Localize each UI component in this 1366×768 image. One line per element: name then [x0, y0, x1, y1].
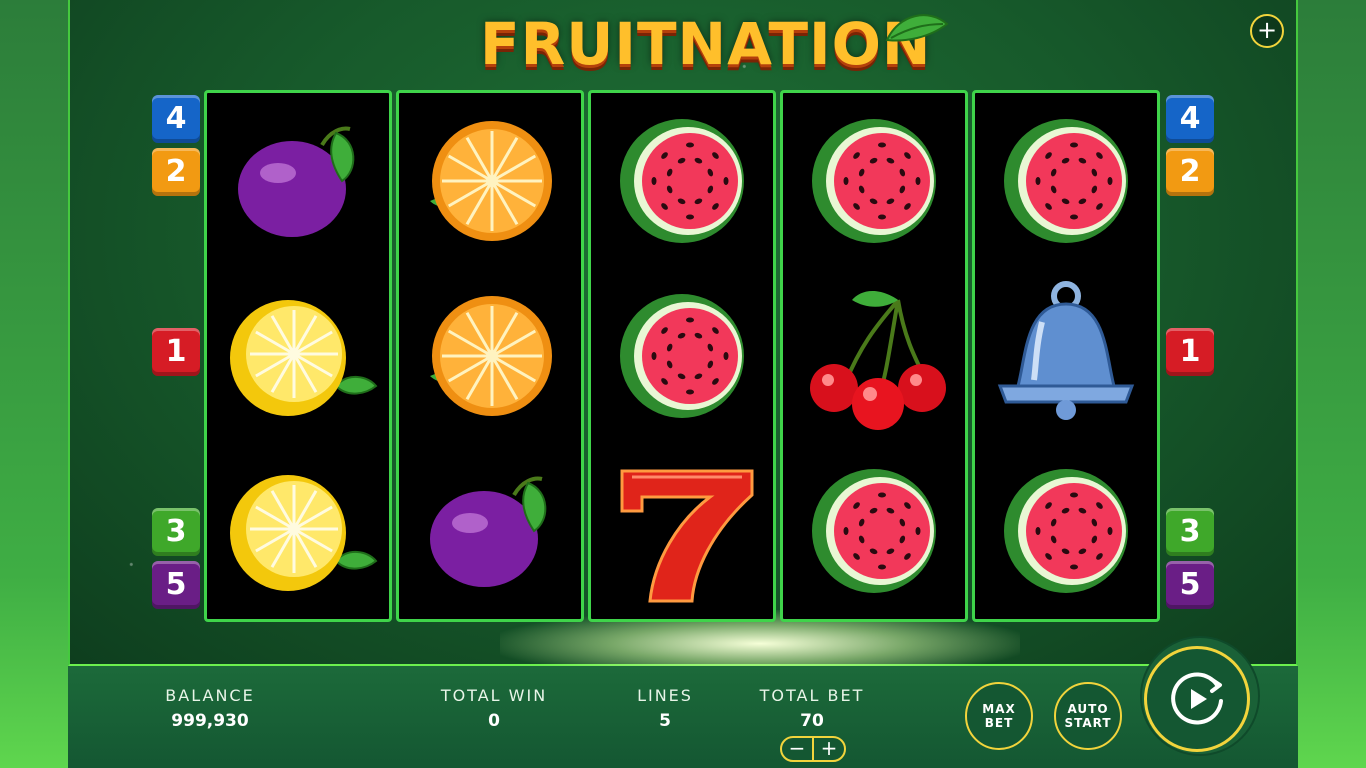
auto-start-label: AUTO START [1064, 702, 1112, 730]
lines-label: LINES [637, 686, 693, 705]
lines-value: 5 [659, 711, 671, 731]
bet-decrease-button[interactable]: − [782, 738, 812, 760]
payline-badge-1-left[interactable]: 1 [152, 328, 200, 376]
reel-grid [204, 90, 1164, 622]
plum-icon [430, 476, 547, 587]
reel-4 [780, 90, 968, 622]
balance-label: BALANCE [165, 686, 255, 705]
plum-symbol [399, 443, 581, 618]
watermelon-symbol [783, 93, 965, 268]
reel-1 [204, 90, 392, 622]
reel-5 [972, 90, 1160, 622]
max-bet-label: MAX BET [982, 702, 1016, 730]
payline-badge-1-right[interactable]: 1 [1166, 328, 1214, 376]
plum-icon [238, 126, 355, 237]
watermelon-icon [1004, 468, 1128, 593]
watermelon-icon [812, 468, 936, 593]
auto-start-button[interactable]: AUTO START [1054, 682, 1122, 750]
watermelon-icon [1004, 118, 1128, 243]
bet-increase-button[interactable]: + [814, 738, 844, 760]
total-win-value: 0 [488, 711, 500, 731]
orange-icon [430, 120, 552, 241]
watermelon-icon [620, 118, 744, 243]
spin-icon [1171, 672, 1223, 725]
orange-symbol [399, 268, 581, 443]
total-bet-value: 70 [800, 711, 824, 731]
game-logo: FRUITNATION [480, 10, 932, 78]
payline-badge-4-left[interactable]: 4 [152, 95, 200, 143]
total-win-label: TOTAL WIN [440, 686, 548, 705]
bell-symbol [975, 268, 1157, 443]
total-bet-label: TOTAL BET [759, 686, 865, 705]
balance-value: 999,930 [171, 711, 249, 731]
leaf-icon [885, 14, 949, 42]
watermelon-symbol [975, 93, 1157, 268]
cherries-icon [810, 290, 946, 430]
left-backdrop [0, 0, 70, 768]
plum-symbol [207, 93, 389, 268]
right-backdrop [1296, 0, 1366, 768]
max-bet-button[interactable]: MAX BET [965, 682, 1033, 750]
watermelon-symbol [783, 443, 965, 618]
payline-badge-5-left[interactable]: 5 [152, 561, 200, 609]
lemon-symbol [207, 443, 389, 618]
bell-icon [997, 280, 1135, 420]
reel-3 [588, 90, 776, 622]
lemon-symbol [207, 268, 389, 443]
payline-badge-3-right[interactable]: 3 [1166, 508, 1214, 556]
lemon-icon [230, 474, 378, 591]
payline-badge-4-right[interactable]: 4 [1166, 95, 1214, 143]
watermelon-icon [812, 118, 936, 243]
lemon-icon [230, 299, 378, 416]
watermelon-symbol [975, 443, 1157, 618]
watermelon-icon [620, 293, 744, 418]
payline-badge-2-left[interactable]: 2 [152, 148, 200, 196]
bet-stepper: − + [780, 736, 846, 762]
payline-badge-2-right[interactable]: 2 [1166, 148, 1214, 196]
reel-2 [396, 90, 584, 622]
watermelon-symbol [591, 93, 773, 268]
cherries-symbol [783, 268, 965, 443]
orange-symbol [399, 93, 581, 268]
seven-icon [620, 469, 754, 602]
seven-symbol [591, 443, 773, 618]
payline-badge-3-left[interactable]: 3 [152, 508, 200, 556]
menu-plus-button[interactable]: + [1250, 14, 1284, 48]
watermelon-symbol [591, 268, 773, 443]
orange-icon [430, 295, 552, 416]
payline-badge-5-right[interactable]: 5 [1166, 561, 1214, 609]
spin-button[interactable] [1144, 646, 1250, 752]
